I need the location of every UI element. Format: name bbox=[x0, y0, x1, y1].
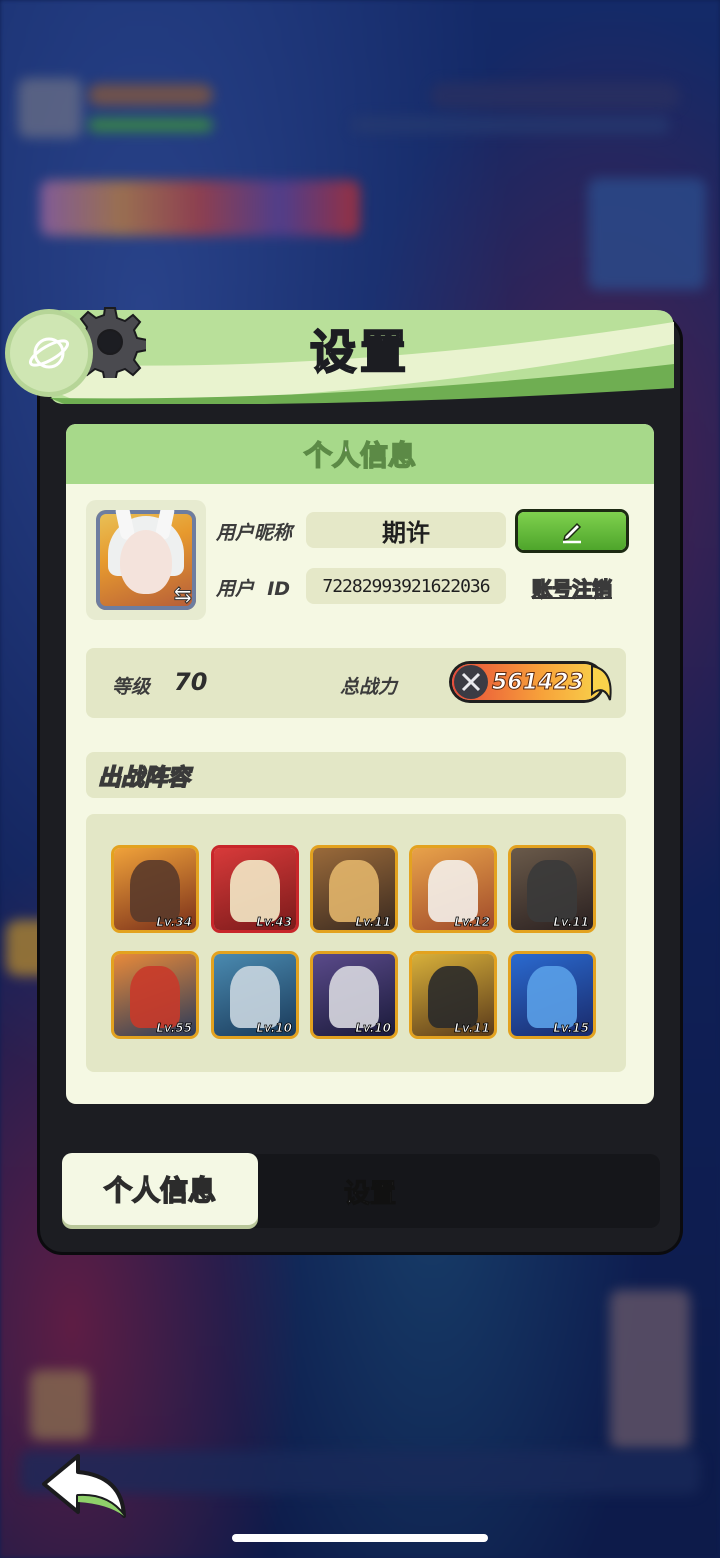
hud-currency-bar bbox=[430, 82, 680, 110]
hero-slot[interactable]: Lv.34 bbox=[114, 848, 196, 930]
edit-nickname-button[interactable] bbox=[518, 512, 626, 550]
level-value: 70 bbox=[174, 668, 208, 696]
hud-minimap bbox=[588, 178, 706, 290]
crossed-swords-icon bbox=[454, 665, 488, 699]
deregister-account-link[interactable]: 账号注销 bbox=[522, 570, 622, 604]
back-arrow-icon[interactable] bbox=[38, 1450, 130, 1522]
uid-label: 用户 ID bbox=[216, 578, 291, 600]
power-label: 总战力 bbox=[340, 676, 398, 698]
hud-event-icons bbox=[40, 180, 360, 236]
uid-field[interactable]: 72282993921622036 bbox=[306, 568, 506, 604]
pencil-icon bbox=[562, 522, 582, 544]
hero-slot[interactable]: Lv.55 bbox=[114, 954, 196, 1036]
hero-level: Lv.43 bbox=[256, 915, 293, 930]
nickname-label: 用户昵称 bbox=[216, 522, 293, 544]
tab-settings[interactable]: 设置 bbox=[270, 1158, 470, 1224]
hero-level: Lv.15 bbox=[553, 1021, 590, 1036]
hero-slot[interactable]: Lv.10 bbox=[313, 954, 395, 1036]
hud-name-bar bbox=[88, 84, 213, 106]
tab-personal-info[interactable]: 个人信息 bbox=[62, 1153, 258, 1225]
profile-card: 个人信息 ⇆ 用户昵称 期许 用户 ID 72282993921622036 账… bbox=[66, 424, 654, 1104]
hud-exp-bar bbox=[88, 118, 213, 132]
hero-level: Lv.55 bbox=[156, 1021, 193, 1036]
background-character bbox=[30, 1370, 90, 1440]
hero-slot[interactable]: Lv.11 bbox=[511, 848, 593, 930]
hero-level: Lv.12 bbox=[454, 915, 491, 930]
hero-level: Lv.11 bbox=[553, 915, 590, 930]
hero-level: Lv.10 bbox=[256, 1021, 293, 1036]
hero-level: Lv.10 bbox=[355, 1021, 392, 1036]
background-characters bbox=[610, 1290, 690, 1450]
hero-level: Lv.11 bbox=[454, 1021, 491, 1036]
avatar-frame[interactable]: ⇆ bbox=[86, 500, 206, 620]
nickname-field: 期许 bbox=[306, 512, 506, 548]
home-indicator[interactable] bbox=[232, 1534, 488, 1542]
level-label: 等级 bbox=[112, 676, 151, 698]
stats-row: 等级 70 总战力 561423 bbox=[86, 648, 626, 718]
hero-level: Lv.11 bbox=[355, 915, 392, 930]
hero-slot[interactable]: Lv.43 bbox=[214, 848, 296, 930]
lineup-title: 出战阵容 bbox=[86, 752, 626, 798]
section-title: 个人信息 bbox=[66, 424, 654, 484]
flame-tail-icon bbox=[591, 664, 612, 701]
hero-slot[interactable]: Lv.12 bbox=[412, 848, 494, 930]
hero-slot[interactable]: Lv.15 bbox=[511, 954, 593, 1036]
avatar[interactable]: ⇆ bbox=[96, 510, 196, 610]
power-value: 561423 bbox=[492, 669, 585, 695]
hero-slot[interactable]: Lv.11 bbox=[412, 954, 494, 1036]
hud-player-avatar bbox=[18, 78, 82, 138]
dialog-title: 设置 bbox=[309, 324, 410, 380]
hero-slot[interactable]: Lv.11 bbox=[313, 848, 395, 930]
swap-avatar-icon[interactable]: ⇆ bbox=[173, 583, 192, 609]
hero-level: Lv.34 bbox=[156, 915, 193, 930]
lineup-grid: Lv.34 Lv.43 Lv.11 Lv.12 Lv.11 Lv.55 Lv.1… bbox=[86, 814, 626, 1072]
power-badge: 561423 bbox=[452, 664, 612, 701]
hud-resources-bar bbox=[350, 116, 670, 134]
hero-slot[interactable]: Lv.10 bbox=[214, 954, 296, 1036]
